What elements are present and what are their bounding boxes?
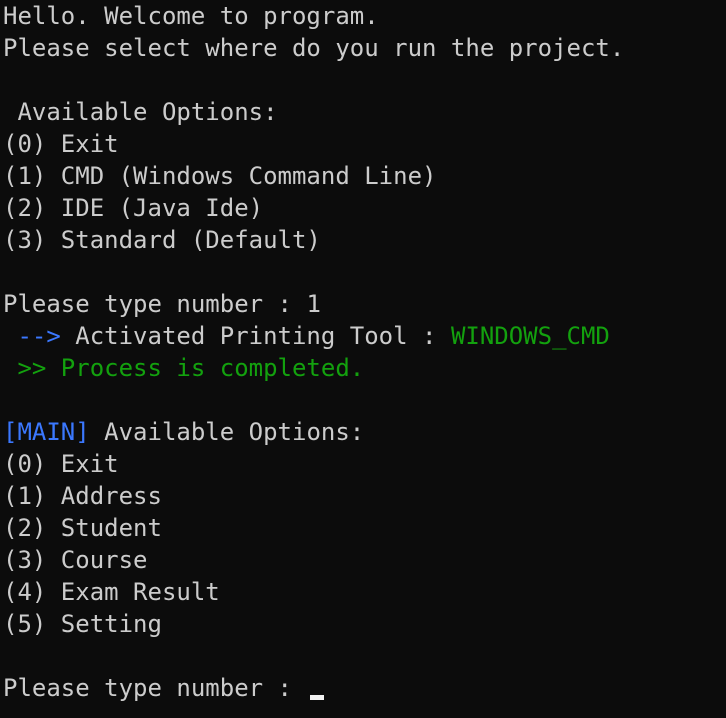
env-menu-title: Available Options: [3,98,278,126]
first-prompt-input: 1 [306,290,321,318]
select-run-location-line: Please select where do you run the proje… [3,34,625,62]
arrow-marker: --> [3,322,61,350]
env-option-exit: (0) Exit [3,130,119,158]
text-cursor[interactable] [310,695,325,700]
main-option-setting: (5) Setting [3,610,162,638]
activation-label: Activated Printing Tool : [60,322,451,350]
main-menu-title: Available Options: [89,418,365,446]
main-tag: [MAIN] [3,418,90,446]
welcome-line: Hello. Welcome to program. [3,2,379,30]
main-menu-title-line: [MAIN] Available Options: [3,416,726,448]
activation-line: --> Activated Printing Tool : WINDOWS_CM… [3,320,726,352]
main-option-student: (2) Student [3,514,162,542]
env-option-cmd: (1) CMD (Windows Command Line) [3,162,437,190]
main-option-exam-result: (4) Exam Result [3,578,220,606]
console-window[interactable]: Hello. Welcome to program. Please select… [0,0,726,718]
main-option-course: (3) Course [3,546,148,574]
first-prompt-text: Please type number : [3,290,307,318]
second-prompt-line[interactable]: Please type number : [3,672,726,704]
env-option-standard: (3) Standard (Default) [3,226,321,254]
main-option-exit: (0) Exit [3,450,119,478]
process-completed-line: >> Process is completed. [3,354,365,382]
main-option-address: (1) Address [3,482,162,510]
env-option-ide: (2) IDE (Java Ide) [3,194,264,222]
second-prompt-text: Please type number : [3,674,307,702]
first-prompt-line: Please type number : 1 [3,288,726,320]
activation-value: WINDOWS_CMD [450,322,610,350]
